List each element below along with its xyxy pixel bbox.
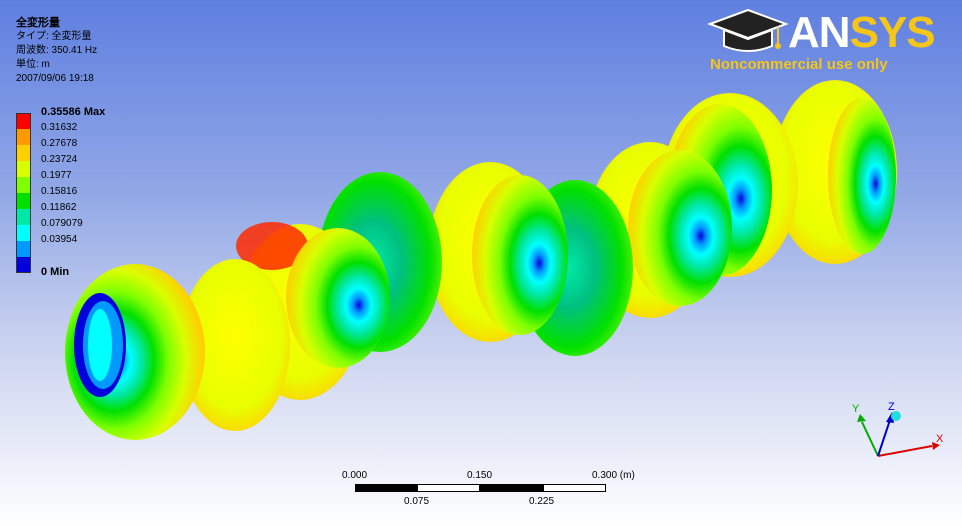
result-frequency: 周波数: 350.41 Hz [16, 45, 98, 56]
ansys-logo: ANSYS Noncommercial use only [706, 6, 946, 76]
scale-segment [417, 484, 480, 492]
result-unit: 単位: m [16, 59, 50, 70]
graduation-cap-icon [707, 8, 789, 52]
z-axis-arrow [877, 419, 891, 457]
legend-label: 0.35586 Max [41, 106, 106, 118]
legend-swatch [16, 129, 31, 145]
z-axis-label: Z [888, 401, 895, 413]
result-info-panel: 全変形量 タイプ: 全変形量 周波数: 350.41 Hz 単位: m 2007… [16, 16, 97, 86]
scale-bar: 0.000 0.150 0.300 (m) 0.075 0.225 [340, 470, 640, 520]
legend-label: 0.079079 [41, 218, 83, 229]
legend-swatch [16, 225, 31, 241]
scale-label: 0.000 [342, 470, 368, 481]
legend-label: 0.03954 [41, 234, 78, 245]
legend-label: 0.23724 [41, 154, 78, 165]
legend-swatch [16, 177, 31, 193]
legend-swatch [16, 161, 31, 177]
coordinate-triad[interactable]: X Y Z [840, 398, 950, 466]
noncommercial-tagline: Noncommercial use only [710, 56, 888, 73]
legend-label: 0.31632 [41, 122, 78, 133]
x-axis-label: X [936, 433, 944, 445]
legend-label: 0.27678 [41, 138, 78, 149]
legend-swatch [16, 241, 31, 257]
deformed-model-view[interactable] [0, 0, 962, 526]
legend-swatch [16, 145, 31, 161]
legend-swatch [16, 113, 31, 129]
scale-label: 0.150 [467, 470, 493, 481]
legend-swatch [16, 257, 31, 273]
scale-label: 0.225 [529, 496, 555, 507]
legend-swatch [16, 193, 31, 209]
legend-label: 0 Min [41, 266, 70, 278]
result-type: タイプ: 全変形量 [16, 31, 92, 42]
y-axis-label: Y [852, 403, 860, 415]
legend-label: 0.1977 [41, 170, 72, 181]
scale-label: 0.075 [404, 496, 430, 507]
legend-label: 0.15816 [41, 186, 78, 197]
scale-label: 0.300 (m) [592, 470, 635, 481]
legend-swatch [16, 209, 31, 225]
ansys-brand: ANSYS [788, 8, 936, 57]
result-title: 全変形量 [16, 17, 60, 29]
scale-segment [543, 484, 606, 492]
legend-label: 0.11862 [41, 202, 77, 213]
x-axis-arrow [877, 445, 933, 457]
y-axis-arrow [861, 421, 879, 457]
scale-segment [355, 484, 417, 492]
scale-segment [480, 484, 543, 492]
result-date: 2007/09/06 19:18 [16, 73, 94, 84]
y-axis-arrowhead [857, 414, 866, 422]
